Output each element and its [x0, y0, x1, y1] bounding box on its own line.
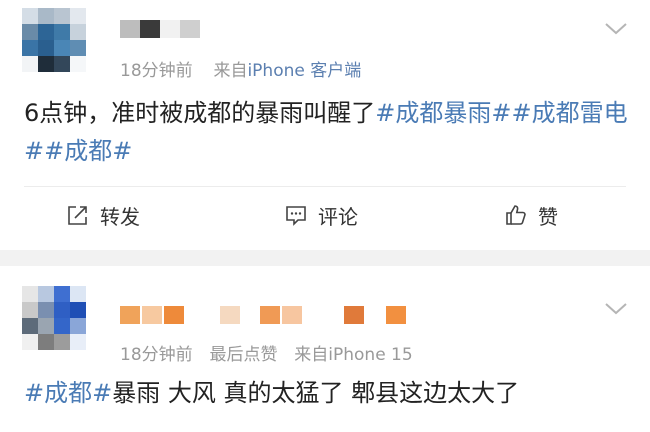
comment-icon: [286, 206, 306, 226]
hashtag-chengdu[interactable]: #成都#: [24, 379, 112, 407]
last-liked-label: 最后点赞: [209, 345, 278, 365]
hashtag-chengdu[interactable]: #成都#: [44, 137, 132, 165]
post-time: 18分钟前: [120, 61, 193, 81]
post-meta: 18分钟前 来自iPhone 客户端: [120, 56, 361, 81]
post-text: 6点钟，准时被成都的暴雨叫醒了: [24, 99, 376, 127]
like-label: 赞: [538, 204, 558, 229]
username-pixelated[interactable]: [120, 306, 410, 324]
repost-button[interactable]: 转发: [66, 200, 140, 230]
post-content: 6点钟，准时被成都的暴雨叫醒了#成都暴雨##成都雷电##成都#: [24, 94, 634, 170]
user-avatar[interactable]: [22, 286, 86, 350]
source-prefix: 来自: [294, 345, 329, 365]
post-separator: [0, 250, 650, 266]
post-meta: 18分钟前 最后点赞 来自iPhone 15: [120, 340, 413, 365]
post-source[interactable]: iPhone 15: [328, 345, 412, 365]
weibo-post-1: 18分钟前 来自iPhone 客户端 6点钟，准时被成都的暴雨叫醒了#成都暴雨#…: [0, 0, 650, 250]
weibo-post-2: 18分钟前 最后点赞 来自iPhone 15 #成都#暴雨 大风 真的太猛了 郫…: [0, 266, 650, 432]
source-prefix: 来自: [213, 61, 248, 81]
chevron-down-icon[interactable]: [604, 302, 628, 316]
like-button[interactable]: 赞: [504, 200, 558, 230]
post-source[interactable]: iPhone 客户端: [247, 61, 361, 81]
repost-label: 转发: [100, 204, 140, 229]
comment-button[interactable]: 评论: [284, 200, 358, 230]
comment-label: 评论: [318, 204, 358, 229]
thumbs-up-icon: [506, 205, 526, 225]
hashtag-chengdu-rainstorm[interactable]: #成都暴雨#: [375, 99, 511, 127]
user-avatar[interactable]: [22, 8, 86, 72]
post-text: 暴雨 大风 真的太猛了 郫县这边太大了: [112, 379, 520, 407]
username-pixelated[interactable]: [120, 20, 210, 38]
chevron-down-icon[interactable]: [604, 22, 628, 36]
post-time: 18分钟前: [120, 345, 193, 365]
edit-share-icon: [68, 206, 87, 225]
action-divider: [24, 186, 626, 187]
post-content: #成都#暴雨 大风 真的太猛了 郫县这边太大了: [24, 374, 634, 412]
